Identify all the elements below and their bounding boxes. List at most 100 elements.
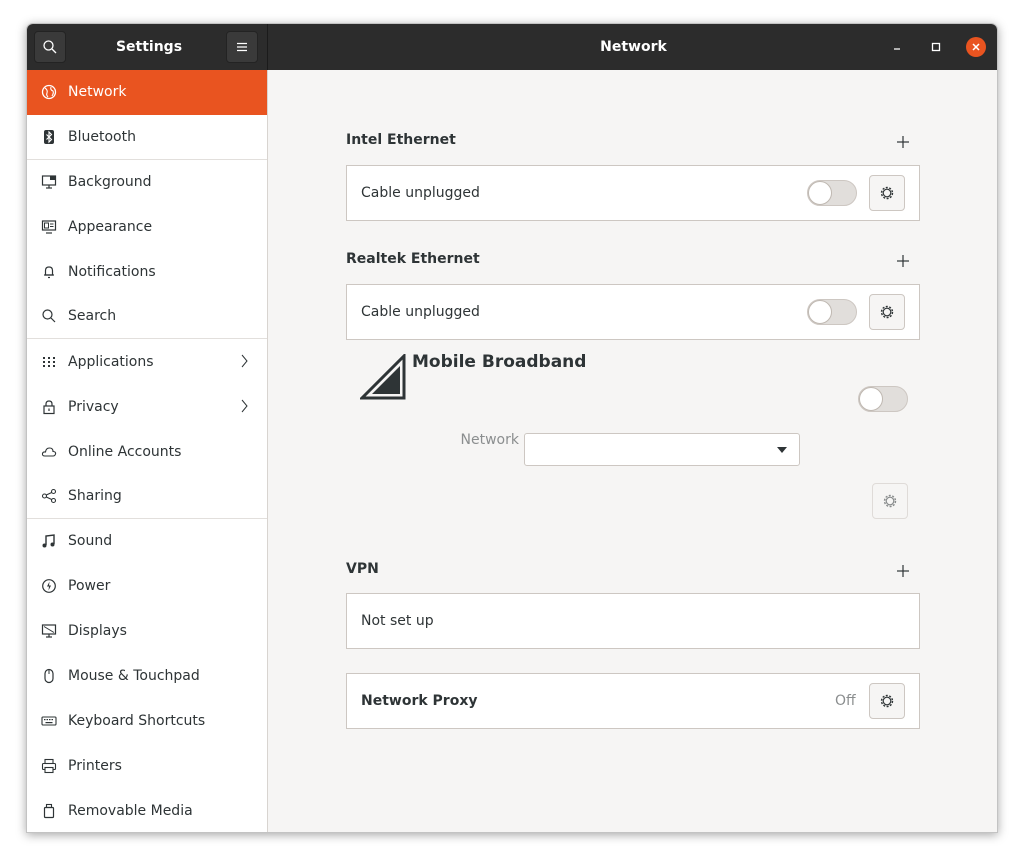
music-note-icon <box>41 533 57 549</box>
sidebar-item-online-accounts[interactable]: Online Accounts <box>27 429 267 474</box>
lock-icon <box>41 399 57 415</box>
sidebar-item-notifications[interactable]: Notifications <box>27 250 267 295</box>
switch-knob <box>859 387 883 411</box>
section-title-intel-ethernet: Intel Ethernet <box>346 132 456 148</box>
sidebar-item-label: Removable Media <box>68 802 193 819</box>
dropdown-arrow-icon <box>777 447 787 453</box>
apps-grid-icon <box>41 354 57 370</box>
section-title-vpn: VPN <box>346 561 379 577</box>
network-proxy-panel[interactable]: Network Proxy Off <box>346 673 920 729</box>
add-icon[interactable] <box>896 135 910 149</box>
mobile-broadband-icon <box>360 354 406 400</box>
header-bar: Settings Network <box>27 24 997 70</box>
globe-icon <box>41 84 57 100</box>
sidebar: Network Bluetooth Background Appearance … <box>27 70 268 832</box>
sidebar-item-label: Online Accounts <box>68 443 182 460</box>
network-dropdown[interactable] <box>524 433 800 466</box>
bell-icon <box>41 264 57 280</box>
sidebar-item-sound[interactable]: Sound <box>27 519 267 564</box>
mobile-settings-button[interactable] <box>872 483 908 519</box>
intel-ethernet-panel: Cable unplugged <box>346 165 920 221</box>
monitor-image-icon <box>41 174 57 190</box>
sidebar-item-appearance[interactable]: Appearance <box>27 205 267 250</box>
hamburger-icon <box>237 42 247 52</box>
search-button[interactable] <box>34 31 66 63</box>
gear-icon <box>880 694 894 708</box>
sidebar-item-applications[interactable]: Applications <box>27 339 267 384</box>
sidebar-item-label: Bluetooth <box>68 128 136 145</box>
sidebar-item-network[interactable]: Network <box>27 70 267 115</box>
vpn-status: Not set up <box>361 613 434 629</box>
display-icon <box>41 623 57 639</box>
sidebar-item-search[interactable]: Search <box>27 294 267 340</box>
sidebar-item-mouse-touchpad[interactable]: Mouse & Touchpad <box>27 654 267 699</box>
minimize-icon <box>894 48 900 50</box>
sidebar-item-privacy[interactable]: Privacy <box>27 384 267 429</box>
cloud-icon <box>41 444 57 460</box>
add-icon[interactable] <box>896 254 910 268</box>
vpn-panel: Not set up <box>346 593 920 649</box>
sidebar-item-power[interactable]: Power <box>27 564 267 609</box>
search-icon <box>41 308 57 324</box>
printer-icon <box>41 758 57 774</box>
sidebar-item-label: Sound <box>68 533 113 550</box>
sidebar-item-displays[interactable]: Displays <box>27 609 267 654</box>
sidebar-item-label: Privacy <box>68 398 119 415</box>
gear-icon <box>880 305 894 319</box>
network-proxy-status: Off <box>835 693 856 709</box>
minimize-button[interactable] <box>887 37 907 57</box>
sidebar-item-label: Appearance <box>68 219 153 236</box>
sidebar-item-label: Search <box>68 308 117 325</box>
appearance-icon <box>41 219 57 235</box>
network-page: Intel Ethernet Cable unplugged Realtek E… <box>269 70 997 832</box>
keyboard-icon <box>41 713 57 729</box>
sidebar-item-keyboard-shortcuts[interactable]: Keyboard Shortcuts <box>27 698 267 743</box>
sidebar-item-removable-media[interactable]: Removable Media <box>27 788 267 832</box>
gear-icon <box>883 494 897 508</box>
proxy-settings-button[interactable] <box>869 683 905 719</box>
app-title: Settings <box>115 39 183 55</box>
sidebar-item-label: Sharing <box>68 487 122 504</box>
realtek-ethernet-panel: Cable unplugged <box>346 284 920 340</box>
sidebar-item-label: Background <box>68 174 152 191</box>
sidebar-item-label: Mouse & Touchpad <box>68 668 200 685</box>
realtek-settings-button[interactable] <box>869 294 905 330</box>
section-title-realtek-ethernet: Realtek Ethernet <box>346 251 480 267</box>
sidebar-item-label: Displays <box>68 623 127 640</box>
gear-icon <box>880 186 894 200</box>
share-icon <box>41 488 57 504</box>
sidebar-item-printers[interactable]: Printers <box>27 743 267 788</box>
close-button[interactable] <box>966 37 986 57</box>
maximize-icon <box>931 42 941 52</box>
sidebar-item-label: Notifications <box>68 264 156 280</box>
mobile-broadband-switch[interactable] <box>858 386 908 412</box>
sidebar-item-label: Printers <box>68 757 122 774</box>
bluetooth-icon <box>41 129 57 145</box>
network-proxy-label: Network Proxy <box>361 693 478 709</box>
sidebar-item-label: Applications <box>68 353 154 370</box>
switch-knob <box>808 181 832 205</box>
intel-ethernet-switch[interactable] <box>807 180 857 206</box>
power-icon <box>41 578 57 594</box>
header-bar-left: Settings <box>27 24 268 70</box>
maximize-button[interactable] <box>926 37 946 57</box>
sidebar-item-background[interactable]: Background <box>27 160 267 205</box>
menu-button[interactable] <box>226 31 258 63</box>
sidebar-item-sharing[interactable]: Sharing <box>27 474 267 519</box>
sidebar-item-label: Power <box>68 578 111 595</box>
close-icon <box>972 43 980 51</box>
sidebar-item-bluetooth[interactable]: Bluetooth <box>27 115 267 160</box>
add-icon[interactable] <box>896 564 910 578</box>
switch-knob <box>808 300 832 324</box>
realtek-status: Cable unplugged <box>361 304 480 320</box>
mobile-broadband-title: Mobile Broadband <box>412 352 587 372</box>
settings-window: Settings Network Network Bluetooth Backg… <box>26 23 998 833</box>
intel-settings-button[interactable] <box>869 175 905 211</box>
network-label: Network <box>460 432 519 448</box>
chevron-right-icon <box>241 399 248 413</box>
realtek-ethernet-switch[interactable] <box>807 299 857 325</box>
search-icon <box>43 40 57 54</box>
intel-status: Cable unplugged <box>361 185 480 201</box>
sidebar-item-label: Network <box>68 84 127 101</box>
sidebar-item-label: Keyboard Shortcuts <box>68 712 206 729</box>
